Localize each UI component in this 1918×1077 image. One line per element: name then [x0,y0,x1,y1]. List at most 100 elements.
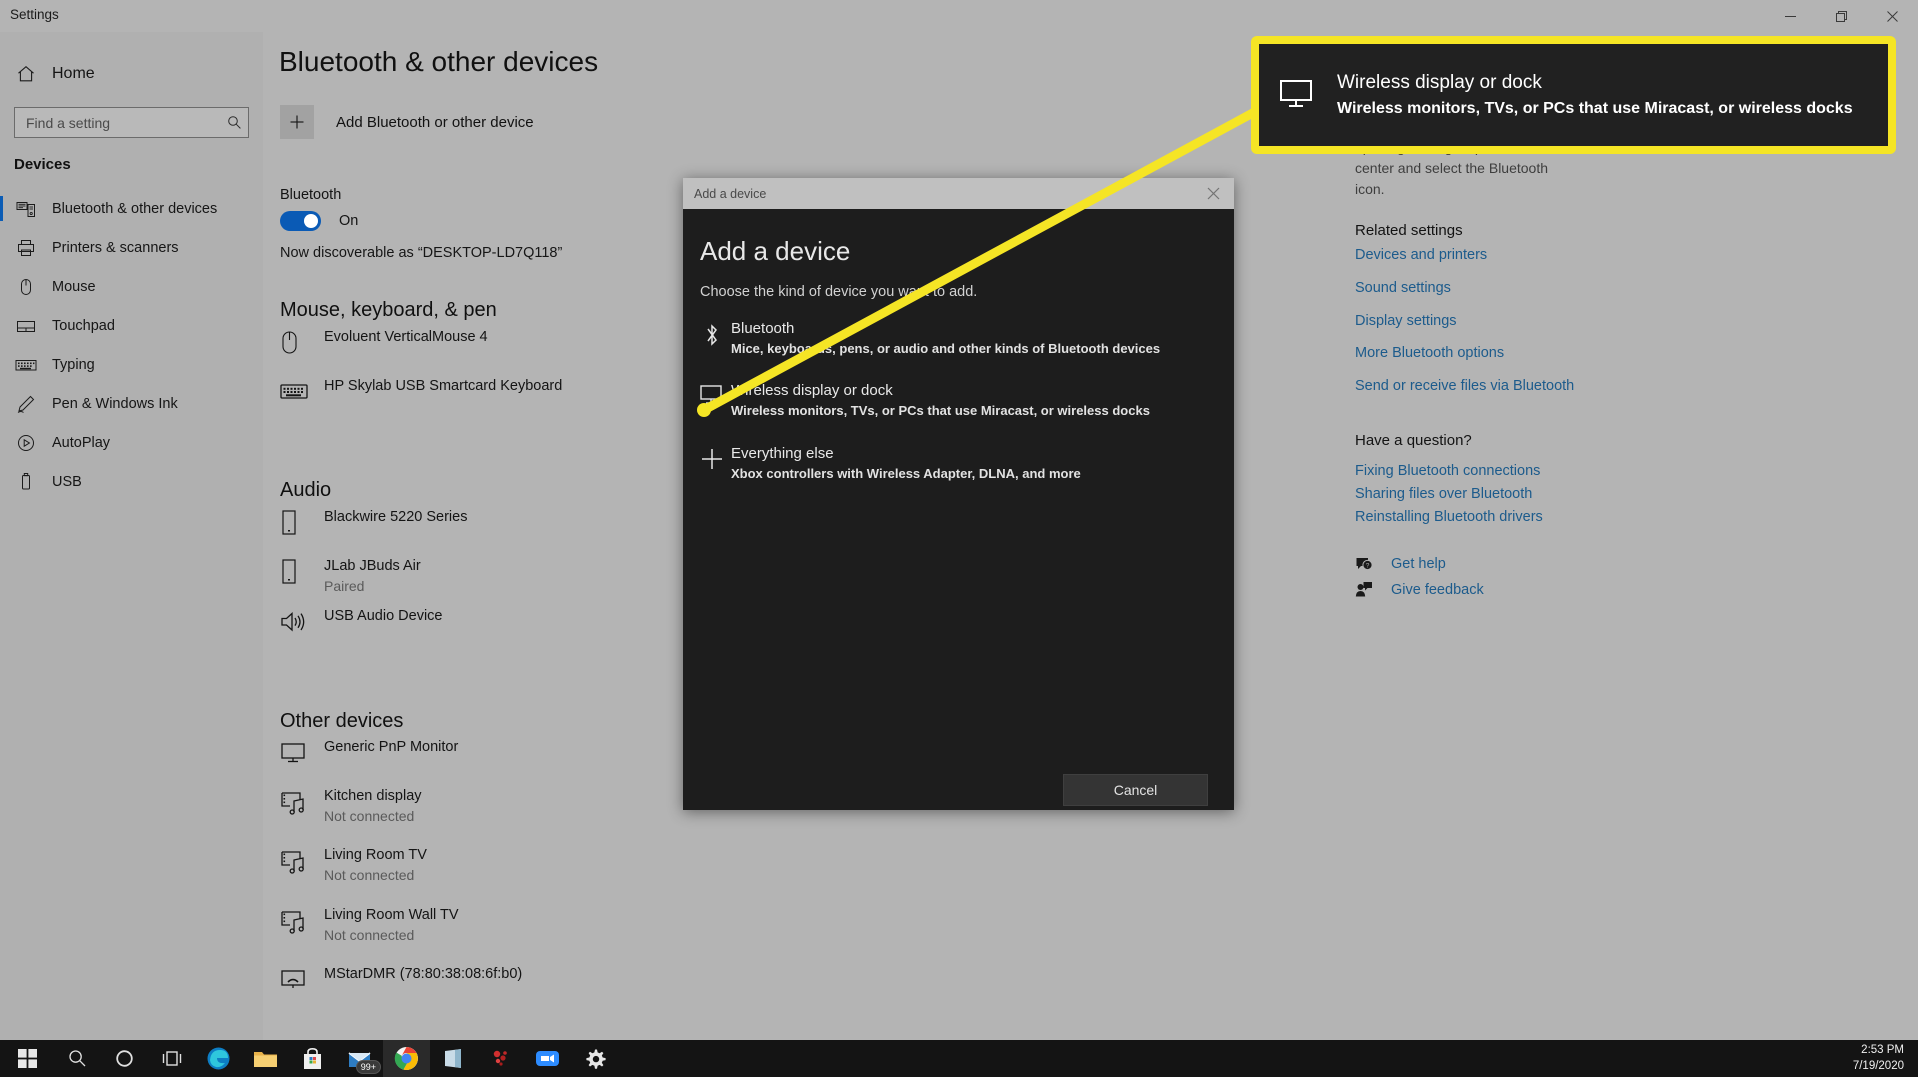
dialog-option-title: Bluetooth [731,319,1160,339]
sidebar-item-label: Bluetooth & other devices [52,201,217,217]
sidebar-item-mouse[interactable]: Mouse [0,267,263,306]
dialog-title-bar: Add a device [683,178,1234,209]
sidebar-item-bluetooth-other-devices[interactable]: Bluetooth & other devices [0,189,263,228]
svg-text:?: ? [1366,562,1370,569]
window-controls [1765,0,1918,32]
device-row[interactable]: Living Room Wall TV Not connected [280,906,459,945]
onenote-button[interactable] [430,1040,477,1077]
sidebar-item-label: Touchpad [52,318,115,334]
link-more-bluetooth-options[interactable]: More Bluetooth options [1355,345,1504,361]
settings-button[interactable] [571,1040,618,1077]
taskbar: 99+ 2:53 PM 7/19/2020 [0,1040,1918,1077]
sidebar-item-typing[interactable]: Typing [0,345,263,384]
task-view-button[interactable] [148,1040,195,1077]
link-sound-settings[interactable]: Sound settings [1355,280,1451,296]
chrome-button[interactable] [383,1040,430,1077]
dialog-option-desc: Xbox controllers with Wireless Adapter, … [731,464,1081,483]
search-input[interactable] [15,108,220,137]
group-title-mouse-keyboard-pen: Mouse, keyboard, & pen [280,299,497,322]
device-name: USB Audio Device [324,607,442,626]
zoom-button[interactable] [524,1040,571,1077]
bluetooth-toggle[interactable] [280,211,321,231]
start-button[interactable] [0,1040,54,1077]
device-row[interactable]: JLab JBuds Air Paired [280,557,421,596]
microsoft-store-button[interactable] [289,1040,336,1077]
mouse-icon [280,328,324,357]
link-display-settings[interactable]: Display settings [1355,313,1457,329]
bluetooth-state-label: On [339,213,358,229]
search-icon[interactable] [220,108,248,137]
dialog-option-bluetooth[interactable]: Bluetooth Mice, keyboards, pens, or audi… [693,319,1223,358]
device-row[interactable]: Evoluent VerticalMouse 4 [280,328,488,357]
pen-icon [0,394,52,414]
sidebar-item-usb[interactable]: USB [0,462,263,501]
device-name: HP Skylab USB Smartcard Keyboard [324,377,562,396]
edge-button[interactable] [195,1040,242,1077]
link-fixing-bluetooth-connections[interactable]: Fixing Bluetooth connections [1355,463,1540,479]
device-row[interactable]: MStarDMR (78:80:38:08:6f:b0) [280,965,522,992]
device-row[interactable]: Living Room TV Not connected [280,846,427,885]
sidebar: Home Devices Bluetooth & other devices P… [0,32,263,1046]
device-row[interactable]: USB Audio Device [280,607,442,634]
add-bluetooth-device-button[interactable]: Add Bluetooth or other device [280,105,534,139]
toggle-knob [304,214,318,228]
device-name: Evoluent VerticalMouse 4 [324,328,488,347]
paint-button[interactable] [477,1040,524,1077]
file-explorer-button[interactable] [242,1040,289,1077]
link-send-receive-files-bluetooth[interactable]: Send or receive files via Bluetooth [1355,378,1574,394]
link-reinstalling-bluetooth-drivers[interactable]: Reinstalling Bluetooth drivers [1355,509,1543,525]
sidebar-nav-list: Bluetooth & other devices Printers & sca… [0,189,263,501]
monitor-icon [280,738,324,765]
callout-desc: Wireless monitors, TVs, or PCs that use … [1337,96,1853,121]
mail-badge: 99+ [356,1060,381,1074]
device-info: Living Room TV Not connected [324,846,427,885]
device-row[interactable]: Blackwire 5220 Series [280,508,467,537]
sidebar-item-touchpad[interactable]: Touchpad [0,306,263,345]
media-icon [280,787,324,816]
device-info: Blackwire 5220 Series [324,508,467,527]
right-panel: opening Settings, open action center and… [1350,32,1918,1046]
keyboard-icon [0,357,52,373]
link-sharing-files-over-bluetooth[interactable]: Sharing files over Bluetooth [1355,486,1532,502]
device-name: Living Room TV [324,846,427,865]
plus-icon [693,444,731,471]
taskbar-clock[interactable]: 2:53 PM 7/19/2020 [1853,1042,1904,1074]
media-icon [280,846,324,875]
add-a-device-dialog: Add a device Add a device Choose the kin… [683,178,1234,810]
bluetooth-toggle-row[interactable]: On [280,211,358,231]
close-button[interactable] [1867,0,1918,32]
feedback-icon [1355,581,1383,599]
sidebar-item-label: Pen & Windows Ink [52,396,178,412]
sidebar-item-pen-windows-ink[interactable]: Pen & Windows Ink [0,384,263,423]
sidebar-item-autoplay[interactable]: AutoPlay [0,423,263,462]
cortana-button[interactable] [101,1040,148,1077]
device-row[interactable]: Kitchen display Not connected [280,787,422,826]
device-name: Kitchen display [324,787,422,806]
plus-icon [280,105,314,139]
device-name: MStarDMR (78:80:38:08:6f:b0) [324,965,522,984]
device-row[interactable]: Generic PnP Monitor [280,738,458,765]
link-devices-and-printers[interactable]: Devices and printers [1355,247,1487,263]
home-icon [0,64,52,84]
dialog-option-wireless-display-or-dock[interactable]: Wireless display or dock Wireless monito… [693,381,1223,420]
cancel-button[interactable]: Cancel [1063,774,1208,806]
sidebar-home-label: Home [52,65,95,83]
window-title: Settings [10,7,59,22]
device-row[interactable]: HP Skylab USB Smartcard Keyboard [280,377,562,403]
mail-button[interactable]: 99+ [336,1040,383,1077]
search-box[interactable] [14,107,249,138]
dialog-subheading: Choose the kind of device you want to ad… [700,284,977,300]
maximize-restore-button[interactable] [1816,0,1867,32]
sidebar-item-home[interactable]: Home [0,54,263,94]
get-help-link[interactable]: ? Get help [1355,555,1446,573]
search-button[interactable] [54,1040,101,1077]
give-feedback-link[interactable]: Give feedback [1355,581,1484,599]
minimize-button[interactable] [1765,0,1816,32]
discoverable-text: Now discoverable as “DESKTOP-LD7Q118” [280,245,562,261]
get-help-label: Get help [1391,556,1446,572]
dialog-heading: Add a device [700,236,850,267]
dialog-close-icon[interactable] [1192,178,1234,209]
sidebar-item-printers-scanners[interactable]: Printers & scanners [0,228,263,267]
dialog-option-everything-else[interactable]: Everything else Xbox controllers with Wi… [693,444,1223,483]
related-settings-title: Related settings [1355,222,1463,239]
